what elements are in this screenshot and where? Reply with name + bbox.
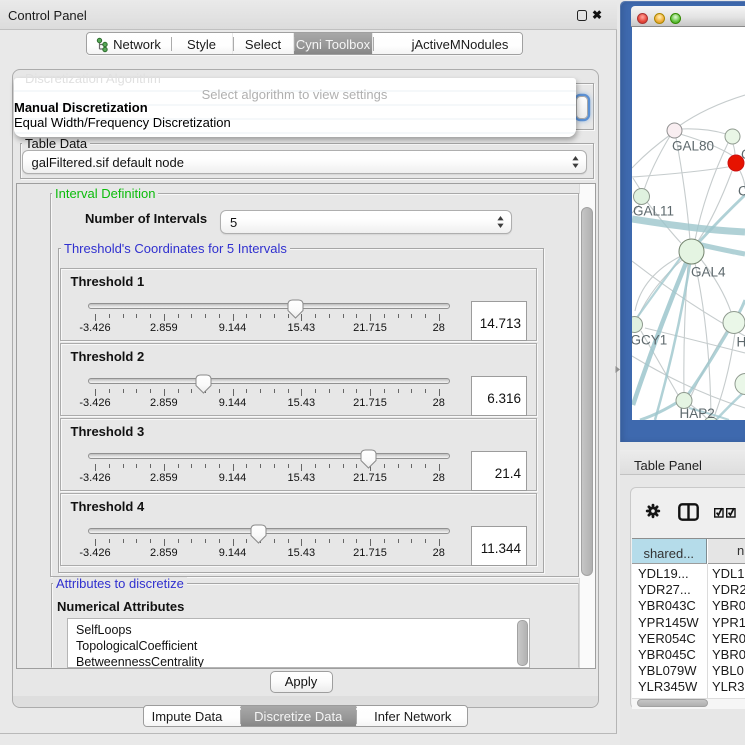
- svg-text:GAL11: GAL11: [633, 204, 674, 219]
- svg-text:GAL4: GAL4: [691, 265, 726, 280]
- svg-text:GAL80: GAL80: [672, 139, 714, 154]
- svg-text:G.: G.: [741, 147, 745, 162]
- svg-text:C: C: [738, 184, 745, 199]
- svg-text:GCY1: GCY1: [632, 333, 667, 348]
- svg-text:HAP2: HAP2: [680, 406, 715, 420]
- svg-text:H: H: [737, 335, 745, 350]
